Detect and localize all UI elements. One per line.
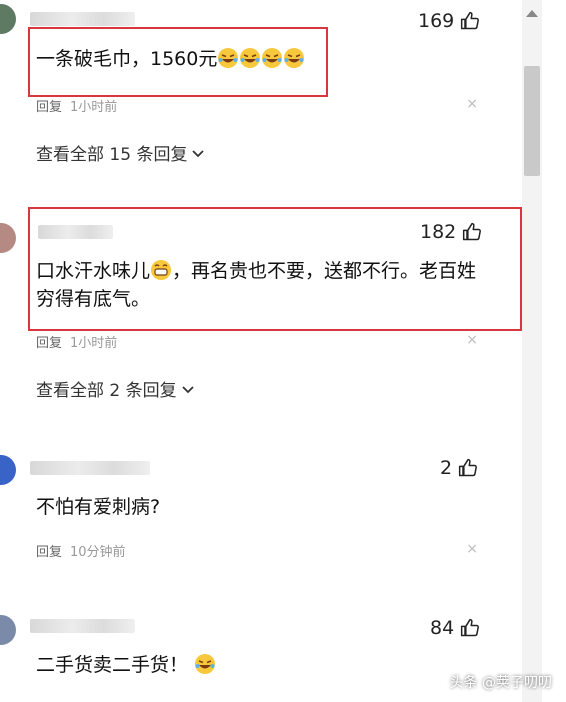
thumb-up-icon	[461, 11, 480, 30]
reply-button[interactable]: 回复	[36, 332, 62, 351]
comment-text-line2: 穷得有底气。	[36, 288, 151, 310]
comment-text-content: 一条破毛巾，1560元	[36, 48, 218, 70]
comment-text-content: 二手货卖二手货！	[36, 654, 189, 676]
comment-item: 84 二手货卖二手货！	[0, 605, 518, 702]
comment-text: 口水汗水味儿 ，再名贵也不要，送都不行。老百姓 穷得有底气。	[36, 257, 476, 313]
grin-emoji-icon	[151, 260, 172, 280]
comment-text: 一条破毛巾，1560元	[36, 45, 305, 73]
view-all-replies-link[interactable]: 查看全部 15 条回复	[36, 140, 205, 165]
avatar[interactable]	[0, 615, 16, 645]
comment-time: 1小时前	[70, 100, 118, 115]
view-all-label: 查看全部 15 条回复	[36, 145, 188, 165]
comment-item: 169 一条破毛巾，1560元 回复 1小时前 × 查看全部 15 条回复	[0, 0, 518, 180]
laughing-emoji-icon	[218, 48, 239, 68]
thumb-up-icon	[461, 618, 480, 637]
like-count: 2	[440, 457, 453, 479]
username-blurred	[30, 619, 135, 633]
avatar[interactable]	[0, 223, 16, 253]
avatar[interactable]	[0, 455, 16, 485]
comment-meta: 回复 10分钟前	[36, 541, 126, 560]
comment-meta: 回复 1小时前	[36, 96, 117, 115]
view-all-replies-link[interactable]: 查看全部 2 条回复	[36, 376, 195, 401]
reply-button[interactable]: 回复	[36, 96, 62, 115]
comment-text-line1: 口水汗水味儿	[36, 260, 151, 282]
laughing-emoji-icon	[284, 48, 305, 68]
view-all-label: 查看全部 2 条回复	[36, 381, 177, 401]
scroll-up-arrow-icon[interactable]	[526, 10, 538, 17]
chevron-down-icon	[181, 385, 194, 393]
laughing-emoji-icon	[240, 48, 261, 68]
comment-text: 不怕有爱刺病?	[36, 496, 161, 518]
reply-button[interactable]: 回复	[36, 541, 62, 560]
comment-time: 1小时前	[70, 336, 118, 351]
comment-text: 二手货卖二手货！	[36, 651, 216, 679]
like-count: 84	[430, 617, 455, 639]
close-icon[interactable]: ×	[466, 96, 478, 112]
like-button[interactable]: 169	[418, 10, 480, 32]
close-icon[interactable]: ×	[466, 541, 478, 557]
like-button[interactable]: 2	[440, 457, 478, 479]
thumb-up-icon	[459, 458, 478, 477]
laughing-emoji-icon	[195, 654, 216, 674]
like-count: 169	[418, 10, 455, 32]
avatar[interactable]	[0, 4, 16, 34]
close-icon[interactable]: ×	[466, 332, 478, 348]
scrollbar-thumb[interactable]	[524, 66, 540, 176]
username-blurred	[30, 461, 150, 475]
comment-time: 10分钟前	[70, 545, 126, 560]
comment-meta: 回复 1小时前	[36, 332, 117, 351]
like-button[interactable]: 84	[430, 617, 480, 639]
comment-item: 182 口水汗水味儿 ，再名贵也不要，送都不行。老百姓 穷得有底气。 回复 1小时…	[0, 195, 522, 415]
comment-item: 2 不怕有爱刺病? 回复 10分钟前 ×	[0, 445, 518, 575]
laughing-emoji-icon	[262, 48, 283, 68]
username-blurred	[30, 12, 135, 26]
watermark: 头条 @荚子叨叨	[449, 675, 552, 691]
chevron-down-icon	[192, 149, 205, 157]
comment-text-line1b: ，再名贵也不要，送都不行。老百姓	[172, 260, 477, 282]
